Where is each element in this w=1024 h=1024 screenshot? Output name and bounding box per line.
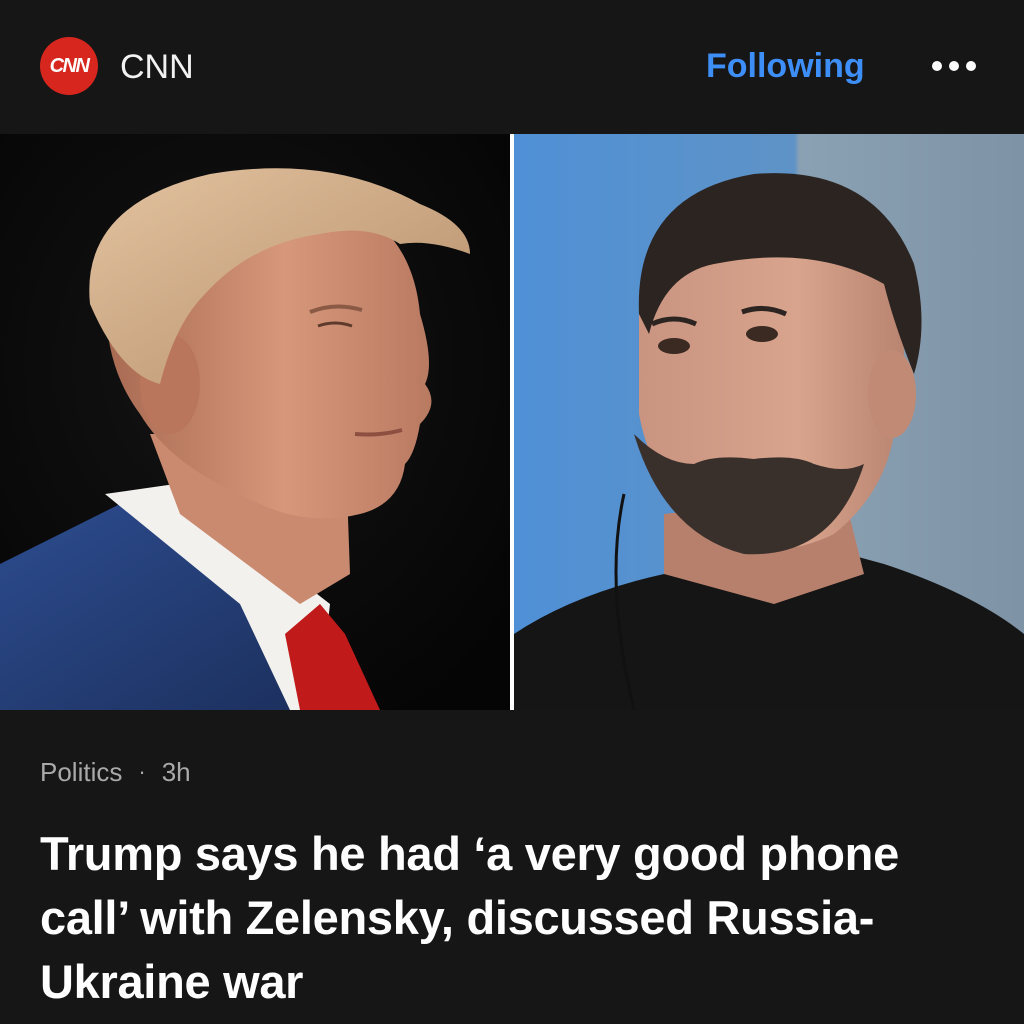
meta-separator: · [138,759,146,784]
article-meta: Politics · 3h [40,756,191,788]
hero-photo-right [514,134,1024,710]
following-button[interactable]: Following [706,46,865,86]
cnn-logo-text: CNN [49,54,90,77]
more-options-button[interactable] [924,48,984,84]
article-headline[interactable]: Trump says he had ‘a very good phone cal… [40,822,990,1014]
card-header: CNN CNN Following [0,0,1024,134]
hero-photo-left [0,134,510,710]
article-age: 3h [161,757,191,787]
more-horizontal-icon [932,61,976,71]
article-hero-image[interactable] [0,134,1024,710]
news-card[interactable]: CNN CNN Following Politics · 3h Trump sa… [0,0,1024,1024]
article-category[interactable]: Politics [40,756,122,788]
source-name[interactable]: CNN [120,47,194,87]
cnn-logo[interactable]: CNN [40,37,98,95]
